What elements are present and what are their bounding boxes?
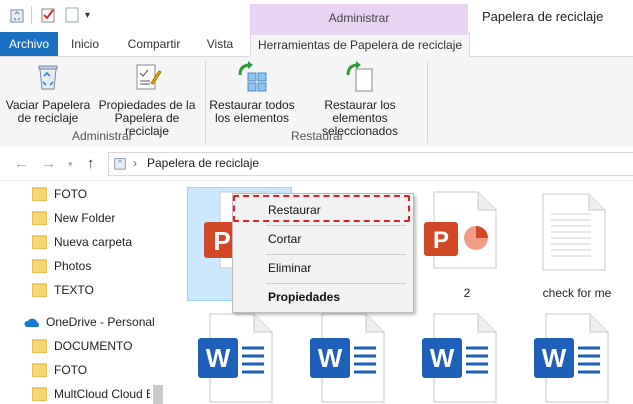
text-document-icon	[542, 193, 606, 271]
menu-item-propiedades[interactable]: Propiedades	[233, 285, 413, 309]
window-title: Papelera de reciclaje	[482, 9, 604, 24]
sidebar-item-label: MultCloud Cloud E	[54, 387, 150, 401]
restore-all-label-2: los elementos	[214, 111, 290, 125]
onedrive-cloud-icon	[24, 318, 39, 327]
word-icon: W	[198, 313, 273, 403]
address-bar[interactable]: › Papelera de reciclaje	[108, 152, 633, 176]
sidebar-item-label: OneDrive - Personal	[46, 315, 155, 329]
ribbon-group-divider	[205, 61, 206, 143]
word-icon: W	[422, 313, 497, 403]
restore-selected-button[interactable]: Restaurar los elementos seleccionados	[296, 61, 424, 138]
folder-icon	[32, 259, 47, 273]
up-arrow-icon[interactable]: ↑	[87, 155, 95, 172]
title-bar: ▾ Administrar Papelera de reciclaje	[0, 0, 633, 32]
powerpoint-icon: P	[424, 191, 497, 269]
tab-herramientas-papelera[interactable]: Herramientas de Papelera de reciclaje	[250, 32, 470, 58]
restore-all-icon	[238, 61, 267, 92]
empty-recycle-bin-label-2: de reciclaje	[17, 111, 79, 125]
new-folder-icon[interactable]	[64, 7, 80, 23]
ribbon-group-divider	[427, 61, 428, 143]
folder-icon	[32, 339, 47, 353]
breadcrumb-separator: ›	[133, 156, 137, 170]
sidebar-item-label: Nueva carpeta	[54, 235, 133, 249]
group-administrar-label: Administrar	[72, 129, 133, 143]
group-restaurar-label: Restaurar	[291, 129, 344, 143]
word-icon: W	[534, 313, 609, 403]
context-tab-strip	[250, 32, 468, 35]
svg-text:W: W	[542, 343, 567, 373]
navigation-pane: FOTO New Folder Nueva carpeta Photos TEX…	[0, 181, 168, 404]
tab-vista[interactable]: Vista	[203, 32, 237, 56]
sidebar-item-label: TEXTO	[54, 283, 94, 297]
properties-check-icon[interactable]	[40, 7, 56, 23]
context-tab-header-label: Administrar	[328, 11, 390, 25]
folder-icon	[32, 235, 47, 249]
menu-divider	[266, 283, 406, 284]
navigation-bar: ← → ▾ ↑ › Papelera de reciclaje	[0, 147, 633, 181]
recycle-bin-properties-button[interactable]: Propiedades de la Papelera de reciclaje	[94, 61, 200, 138]
folder-icon	[32, 283, 47, 297]
sidebar-item-label: Photos	[54, 259, 92, 273]
breadcrumb-path[interactable]: Papelera de reciclaje	[147, 156, 259, 170]
file-label: check for me	[542, 286, 612, 300]
context-tab-header: Administrar	[250, 4, 468, 32]
tab-compartir[interactable]: Compartir	[124, 32, 184, 56]
file-label: 2	[463, 286, 471, 300]
restore-selected-icon	[346, 61, 373, 92]
tab-inicio[interactable]: Inicio	[66, 32, 104, 56]
menu-item-label: Propiedades	[268, 290, 341, 304]
recycle-bin-icon	[114, 158, 126, 170]
word-icon: W	[310, 313, 385, 403]
restore-all-button[interactable]: Restaurar todos los elementos	[208, 61, 296, 125]
svg-text:P: P	[433, 227, 449, 254]
recent-locations-chevron-icon[interactable]: ▾	[68, 159, 73, 170]
recycle-bin-icon	[10, 9, 24, 23]
folder-icon	[32, 211, 47, 225]
folder-icon	[32, 363, 47, 377]
sidebar-item-multcloud[interactable]: MultCloud Cloud E	[32, 384, 150, 404]
menu-divider	[266, 225, 406, 226]
menu-item-label: Eliminar	[268, 261, 312, 275]
ribbon-tabs: Archivo Inicio Compartir Vista Herramien…	[0, 32, 633, 58]
properties-icon	[136, 64, 162, 90]
forward-arrow-icon[interactable]: →	[41, 155, 56, 172]
sidebar-item-label: FOTO	[54, 363, 88, 377]
menu-item-cortar[interactable]: Cortar	[233, 227, 413, 251]
empty-recycle-bin-button[interactable]: Vaciar Papelera de reciclaje	[4, 61, 92, 125]
svg-text:W: W	[318, 343, 343, 373]
folder-icon	[32, 387, 47, 401]
restaurar-highlight-annotation	[233, 195, 410, 222]
sidebar-scrollbar[interactable]	[153, 385, 163, 404]
folder-icon	[32, 187, 47, 201]
svg-text:W: W	[206, 343, 231, 373]
back-arrow-icon[interactable]: ←	[14, 155, 29, 172]
svg-text:W: W	[430, 343, 455, 373]
menu-item-eliminar[interactable]: Eliminar	[233, 256, 413, 280]
menu-item-label: Cortar	[268, 232, 302, 246]
sidebar-item-label: New Folder	[54, 211, 116, 225]
ribbon: Vaciar Papelera de reciclaje Propiedades…	[0, 57, 633, 148]
quick-access-dropdown-icon[interactable]: ▾	[85, 10, 90, 21]
menu-divider	[266, 254, 406, 255]
restore-selected-label-1: Restaurar los elementos	[324, 98, 396, 125]
tab-archivo[interactable]: Archivo	[0, 32, 58, 56]
svg-text:P: P	[213, 226, 230, 256]
recycle-bin-icon	[38, 65, 58, 90]
sidebar-item-label: DOCUMENTO	[54, 339, 133, 353]
sidebar-item-label: FOTO	[54, 187, 88, 201]
